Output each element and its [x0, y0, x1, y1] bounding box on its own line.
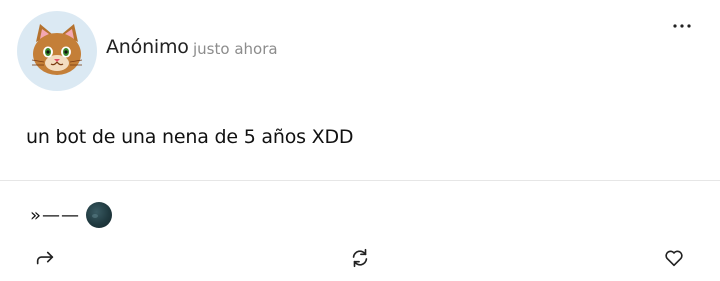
divider	[0, 180, 720, 181]
repost-button[interactable]	[348, 246, 372, 270]
like-button[interactable]	[662, 246, 686, 270]
cat-avatar-icon	[31, 24, 83, 75]
signature: »——	[30, 202, 113, 228]
more-options-button[interactable]	[670, 14, 694, 38]
avatar[interactable]	[17, 11, 97, 91]
share-button[interactable]	[33, 246, 57, 270]
post-body: un bot de una nena de 5 años XDD	[26, 126, 354, 148]
repost-icon	[352, 248, 368, 268]
post-card: Anónimo justo ahora un bot de una nena d…	[0, 0, 720, 281]
post-timestamp: justo ahora	[193, 40, 278, 58]
heart-icon	[665, 250, 683, 267]
author-name[interactable]: Anónimo	[106, 36, 189, 58]
more-dots-icon	[673, 24, 691, 28]
signature-text: »——	[30, 204, 81, 226]
share-arrow-icon	[36, 251, 54, 265]
moon-icon	[86, 202, 113, 228]
